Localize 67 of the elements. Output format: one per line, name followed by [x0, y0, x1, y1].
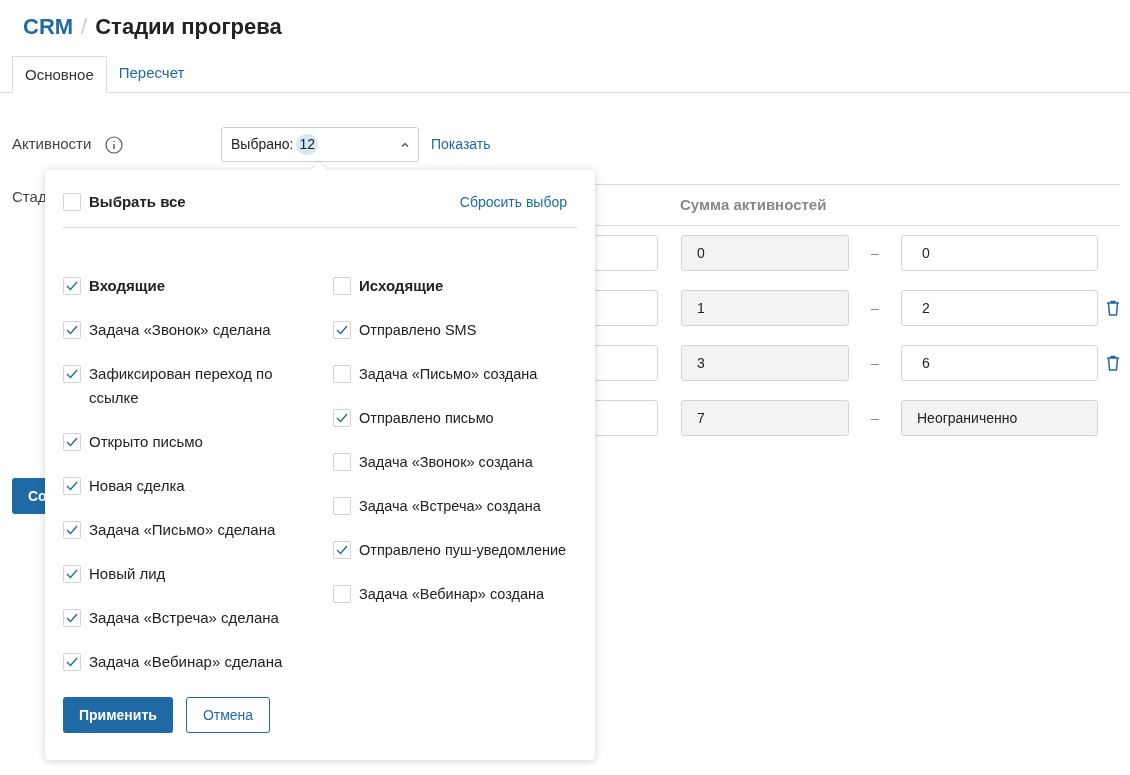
checkbox[interactable]: [63, 433, 81, 451]
sum-to-field[interactable]: 0: [901, 235, 1098, 271]
checkbox[interactable]: [333, 541, 351, 559]
checkbox[interactable]: [63, 193, 81, 211]
activity-option[interactable]: Отправлено письмо: [359, 406, 494, 430]
activity-option[interactable]: Задача «Письмо» создана: [359, 362, 538, 386]
checkbox[interactable]: [333, 277, 351, 295]
checkbox[interactable]: [333, 321, 351, 339]
checkbox[interactable]: [333, 453, 351, 471]
sum-from-field: 7: [681, 400, 849, 436]
column-header: Сумма активностей: [680, 194, 827, 215]
activity-option[interactable]: Зафиксирован переход по ссылке: [89, 362, 289, 410]
activity-option[interactable]: Задача «Письмо» сделана: [89, 518, 276, 542]
cancel-button[interactable]: Отмена: [185, 697, 271, 733]
breadcrumb-link[interactable]: CRM: [23, 9, 74, 43]
tab[interactable]: Пересчет: [106, 55, 197, 92]
select-value: Выбрано:: [231, 135, 294, 154]
checkbox[interactable]: [333, 497, 351, 515]
reset-link[interactable]: Сбросить выбор: [459, 191, 567, 213]
sum-from-field: 1: [681, 290, 849, 326]
activity-option[interactable]: Открыто письмо: [89, 430, 203, 454]
group-label[interactable]: Исходящие: [359, 274, 444, 298]
checkbox[interactable]: [333, 365, 351, 383]
activity-option[interactable]: Новый лид: [89, 562, 166, 586]
trash-icon[interactable]: [1106, 300, 1120, 316]
checkbox[interactable]: [63, 321, 81, 339]
field-label: Стад: [12, 187, 45, 207]
sum-to-field[interactable]: 6: [901, 345, 1098, 381]
range-dash: –: [870, 408, 880, 428]
checkbox[interactable]: [63, 365, 81, 383]
caret-icon: [401, 142, 409, 147]
activity-option[interactable]: Задача «Звонок» сделана: [89, 318, 271, 342]
activity-option[interactable]: Задача «Встреча» сделана: [89, 606, 279, 630]
trash-icon[interactable]: [1106, 355, 1120, 371]
page-title: Стадии прогрева: [95, 12, 282, 41]
checkbox[interactable]: [333, 585, 351, 603]
activity-option[interactable]: Задача «Вебинар» создана: [359, 582, 545, 606]
activity-option[interactable]: Задача «Встреча» создана: [359, 494, 541, 518]
sum-to-field: Неограниченно: [901, 400, 1098, 436]
apply-button[interactable]: Применить: [63, 697, 173, 733]
activity-select[interactable]: Выбрано: 12: [221, 127, 419, 162]
sum-to-field[interactable]: 2: [901, 290, 1098, 326]
range-dash: –: [870, 243, 880, 263]
activity-option[interactable]: Задача «Вебинар» сделана: [89, 650, 283, 674]
activity-option[interactable]: Задача «Звонок» создана: [359, 450, 533, 474]
checkbox[interactable]: [63, 521, 81, 539]
sum-from-field: 3: [681, 345, 849, 381]
checkbox[interactable]: [333, 409, 351, 427]
checkbox[interactable]: [63, 653, 81, 671]
show-link[interactable]: Показать: [431, 134, 491, 155]
tab[interactable]: Основное: [12, 56, 107, 93]
field-label: Активности: [12, 134, 93, 155]
group-label[interactable]: Входящие: [89, 274, 166, 298]
activity-option[interactable]: Отправлено SMS: [359, 318, 477, 342]
checkbox[interactable]: [63, 477, 81, 495]
activity-option[interactable]: Отправлено пуш-уведомление: [359, 538, 567, 562]
info-icon: [105, 135, 123, 154]
checkbox[interactable]: [63, 565, 81, 583]
checkbox[interactable]: [63, 609, 81, 627]
select-all-label[interactable]: Выбрать все: [89, 190, 186, 214]
range-dash: –: [870, 298, 880, 318]
checkbox[interactable]: [63, 277, 81, 295]
range-dash: –: [870, 353, 880, 373]
breadcrumb-separator: /: [81, 12, 88, 41]
count-badge: 12: [296, 134, 318, 155]
sum-from-field: 0: [681, 235, 849, 271]
activity-option[interactable]: Новая сделка: [89, 474, 185, 498]
